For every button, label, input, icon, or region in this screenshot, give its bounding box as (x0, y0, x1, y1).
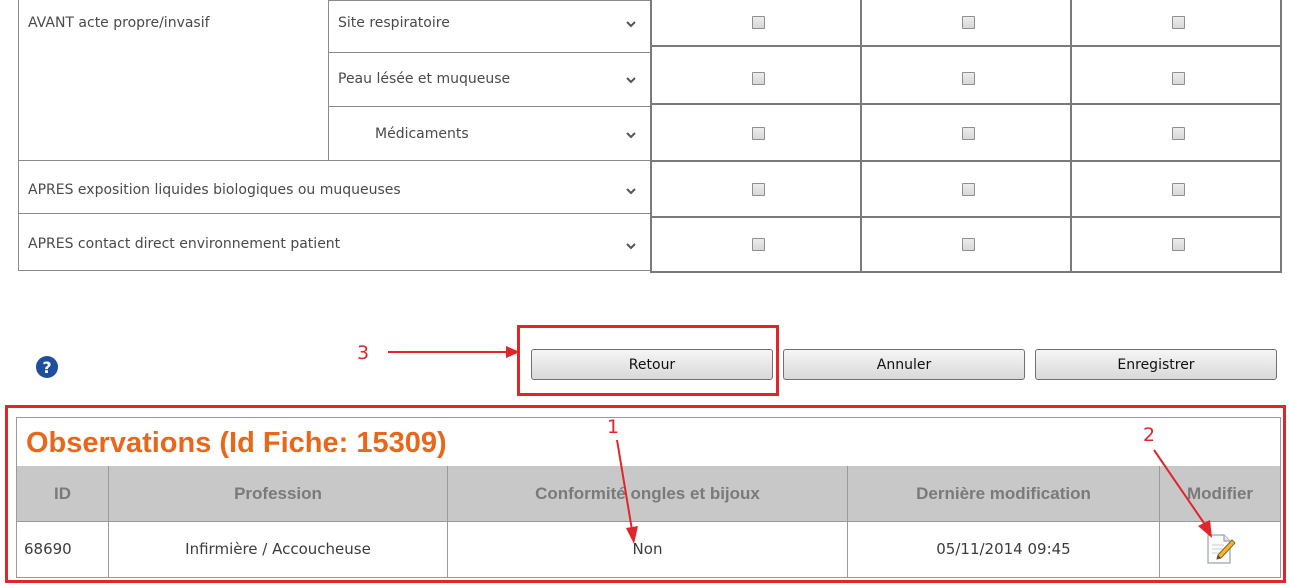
table-rule (650, 103, 1282, 105)
table-rule (18, 213, 650, 214)
row-sub-label: Médicaments (375, 126, 469, 142)
chevron-down-icon[interactable] (624, 18, 638, 30)
checkbox[interactable] (1172, 16, 1185, 29)
observations-title: Observations (Id Fiche: 15309) (26, 427, 447, 459)
checkbox[interactable] (752, 16, 765, 29)
checkbox[interactable] (1172, 127, 1185, 140)
column-header-id: ID (17, 466, 108, 522)
chevron-down-icon[interactable] (624, 74, 638, 86)
checkbox[interactable] (752, 127, 765, 140)
chevron-down-icon[interactable] (624, 129, 638, 141)
table-rule (328, 0, 329, 160)
checkbox[interactable] (1172, 238, 1185, 251)
checkbox[interactable] (752, 183, 765, 196)
row-group-label: APRES exposition liquides biologiques ou… (28, 182, 401, 198)
enregistrer-button[interactable]: Enregistrer (1035, 349, 1277, 380)
checkbox[interactable] (962, 183, 975, 196)
checkbox[interactable] (962, 16, 975, 29)
annuler-button[interactable]: Annuler (783, 349, 1025, 380)
cell-conformite: Non (632, 540, 663, 558)
annotation-arrow-1 (616, 439, 638, 544)
annotation-arrow-2 (1153, 449, 1212, 538)
annotation-label-2: 2 (1143, 424, 1156, 446)
table-rule (650, 0, 652, 273)
table-rule (18, 0, 19, 271)
row-sub-label: Site respiratoire (338, 15, 450, 31)
checkbox[interactable] (1172, 183, 1185, 196)
table-rule (650, 160, 1282, 162)
column-header-conformite: Conformité ongles et bijoux (448, 466, 847, 522)
help-icon[interactable]: ? (36, 356, 58, 378)
cell-profession: Infirmière / Accoucheuse (185, 540, 371, 558)
table-rule (860, 0, 862, 273)
table-rule (650, 45, 1282, 47)
chevron-down-icon[interactable] (624, 185, 638, 197)
column-header-derniere-modification: Dernière modification (848, 466, 1159, 522)
table-rule (108, 466, 109, 577)
table-rule (847, 466, 848, 577)
retour-button[interactable]: Retour (531, 349, 773, 380)
table-rule (650, 216, 1282, 218)
checkbox[interactable] (752, 238, 765, 251)
table-rule (328, 0, 650, 1)
annotation-label-3: 3 (357, 342, 370, 364)
table-rule (17, 521, 1280, 522)
column-header-profession: Profession (109, 466, 447, 522)
cell-id: 68690 (24, 540, 72, 558)
checkbox[interactable] (962, 72, 975, 85)
checkbox[interactable] (752, 72, 765, 85)
help-icon-glyph: ? (42, 357, 52, 377)
row-group-label: AVANT acte propre/invasif (28, 15, 210, 31)
chevron-down-icon[interactable] (624, 240, 638, 252)
annotation-label-1: 1 (607, 416, 620, 438)
table-rule (328, 106, 650, 107)
checkbox[interactable] (962, 127, 975, 140)
table-rule (18, 160, 650, 161)
table-rule (18, 270, 650, 271)
annotation-arrow-3 (388, 346, 520, 358)
table-rule (328, 52, 650, 53)
table-rule (650, 271, 1282, 273)
checkbox[interactable] (1172, 72, 1185, 85)
table-rule (1070, 0, 1072, 273)
table-rule (447, 466, 448, 577)
table-rule (1280, 0, 1282, 273)
row-group-label: APRES contact direct environnement patie… (28, 236, 341, 252)
checkbox[interactable] (962, 238, 975, 251)
cell-derniere-modification: 05/11/2014 09:45 (936, 540, 1071, 558)
row-sub-label: Peau lésée et muqueuse (338, 71, 511, 87)
